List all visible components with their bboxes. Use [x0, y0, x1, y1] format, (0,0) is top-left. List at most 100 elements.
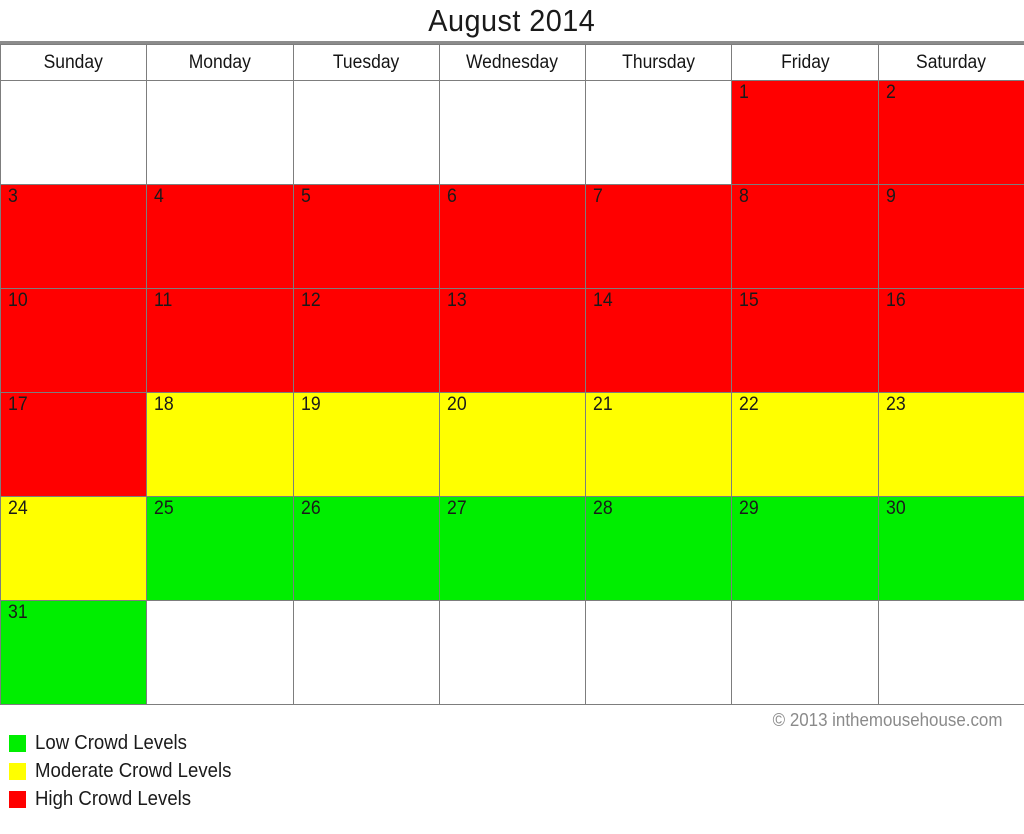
day-number: 18 — [154, 394, 174, 415]
day-number: 6 — [446, 186, 457, 207]
day-number: 2 — [885, 82, 896, 103]
calendar-week-row: 17 18 19 20 21 22 23 — [0, 392, 1024, 497]
weekday-label: Sunday — [43, 51, 104, 73]
weekday-label: Friday — [780, 51, 830, 73]
day-cell-empty — [438, 80, 587, 185]
legend-label: Moderate Crowd Levels — [35, 759, 232, 782]
day-cell-19[interactable]: 19 — [292, 392, 440, 497]
calendar-body: 1 2 3 4 5 6 7 8 9 10 11 12 13 14 15 16 17 18 19 20 21 22 23 24 2… — [0, 80, 1024, 705]
day-cell-2[interactable]: 2 — [877, 80, 1024, 185]
legend-item-high: High Crowd Levels — [9, 785, 479, 813]
day-cell-11[interactable]: 11 — [146, 288, 294, 393]
calendar-page: August 2014 Sunday Monday Tuesday Wednesday… — [0, 0, 1024, 834]
day-number: 30 — [885, 498, 906, 519]
legend-label: Low Crowd Levels — [35, 731, 187, 754]
day-cell-24[interactable]: 24 — [0, 496, 148, 601]
calendar-week-row: 10 11 12 13 14 15 16 — [0, 288, 1024, 393]
weekday-header-tuesday: Tuesday — [292, 44, 440, 81]
day-cell-empty — [438, 600, 587, 705]
day-number: 8 — [739, 186, 750, 207]
legend-item-mod: Moderate Crowd Levels — [9, 757, 479, 785]
day-cell-5[interactable]: 5 — [292, 184, 440, 289]
day-cell-26[interactable]: 26 — [292, 496, 440, 601]
day-cell-7[interactable]: 7 — [585, 184, 733, 289]
day-number: 25 — [154, 498, 174, 519]
day-cell-25[interactable]: 25 — [146, 496, 294, 601]
copyright-notice: © 2013 inthemousehouse.com — [772, 710, 1002, 730]
calendar-week-row: 24 25 26 27 28 29 30 — [0, 496, 1024, 601]
day-number: 9 — [885, 186, 896, 207]
calendar-grid: Sunday Monday Tuesday Wednesday Thursday Frid… — [0, 44, 1024, 705]
day-number: 31 — [8, 602, 28, 623]
day-number: 12 — [300, 290, 321, 311]
calendar-week-row: 3 4 5 6 7 8 9 — [0, 184, 1024, 289]
day-cell-17[interactable]: 17 — [0, 392, 148, 497]
day-cell-23[interactable]: 23 — [877, 392, 1024, 497]
day-number: 1 — [739, 82, 750, 103]
day-number: 24 — [8, 498, 28, 519]
day-number: 3 — [8, 186, 18, 207]
day-cell-9[interactable]: 9 — [877, 184, 1024, 289]
day-number: 16 — [885, 290, 906, 311]
weekday-label: Wednesday — [466, 51, 559, 73]
day-number: 19 — [300, 394, 321, 415]
day-cell-empty — [585, 80, 733, 185]
day-number: 23 — [885, 394, 906, 415]
day-cell-18[interactable]: 18 — [146, 392, 294, 497]
day-number: 15 — [739, 290, 759, 311]
weekday-header-saturday: Saturday — [877, 44, 1024, 81]
day-cell-empty — [146, 80, 294, 185]
day-number: 13 — [446, 290, 467, 311]
weekday-header-wednesday: Wednesday — [438, 44, 587, 81]
day-cell-empty — [146, 600, 294, 705]
day-number: 26 — [300, 498, 321, 519]
calendar-week-row: 31 — [0, 600, 1024, 705]
weekday-label: Monday — [188, 51, 251, 73]
weekday-label: Thursday — [622, 51, 696, 73]
day-cell-8[interactable]: 8 — [731, 184, 879, 289]
day-cell-10[interactable]: 10 — [0, 288, 148, 393]
day-cell-14[interactable]: 14 — [585, 288, 733, 393]
day-number: 22 — [739, 394, 759, 415]
legend-rows: Low Crowd Levels Moderate Crowd Levels Hig… — [9, 729, 479, 813]
legend-label: High Crowd Levels — [35, 787, 192, 810]
day-cell-empty — [731, 600, 879, 705]
day-cell-13[interactable]: 13 — [438, 288, 587, 393]
day-number: 17 — [8, 394, 28, 415]
day-cell-1[interactable]: 1 — [731, 80, 879, 185]
weekday-header-monday: Monday — [146, 44, 294, 81]
day-cell-empty — [292, 600, 440, 705]
day-number: 4 — [154, 186, 165, 207]
weekday-header-friday: Friday — [731, 44, 879, 81]
day-cell-27[interactable]: 27 — [438, 496, 587, 601]
day-cell-15[interactable]: 15 — [731, 288, 879, 393]
day-cell-22[interactable]: 22 — [731, 392, 879, 497]
day-number: 7 — [593, 186, 603, 207]
weekday-header-thursday: Thursday — [585, 44, 733, 81]
day-cell-16[interactable]: 16 — [877, 288, 1024, 393]
day-number: 27 — [446, 498, 467, 519]
day-cell-3[interactable]: 3 — [0, 184, 148, 289]
day-cell-12[interactable]: 12 — [292, 288, 440, 393]
day-cell-28[interactable]: 28 — [585, 496, 733, 601]
weekday-header-row: Sunday Monday Tuesday Wednesday Thursday Frid… — [0, 44, 1024, 81]
calendar-week-row: 12 — [0, 80, 1024, 185]
day-number: 29 — [739, 498, 759, 519]
day-number: 20 — [446, 394, 467, 415]
legend-item-low: Low Crowd Levels — [9, 729, 479, 757]
day-cell-31[interactable]: 31 — [0, 600, 148, 705]
legend-swatch-high-icon — [9, 790, 26, 808]
day-cell-29[interactable]: 29 — [731, 496, 879, 601]
day-cell-21[interactable]: 21 — [585, 392, 733, 497]
weekday-label: Saturday — [916, 51, 987, 73]
day-number: 21 — [593, 394, 613, 415]
legend-swatch-low-icon — [9, 734, 26, 752]
day-cell-empty — [0, 80, 148, 185]
day-cell-empty — [877, 600, 1024, 705]
day-cell-20[interactable]: 20 — [438, 392, 587, 497]
day-cell-4[interactable]: 4 — [146, 184, 294, 289]
day-cell-6[interactable]: 6 — [438, 184, 587, 289]
day-cell-30[interactable]: 30 — [877, 496, 1024, 601]
page-title: August 2014 — [428, 2, 596, 38]
day-number: 10 — [8, 290, 28, 311]
